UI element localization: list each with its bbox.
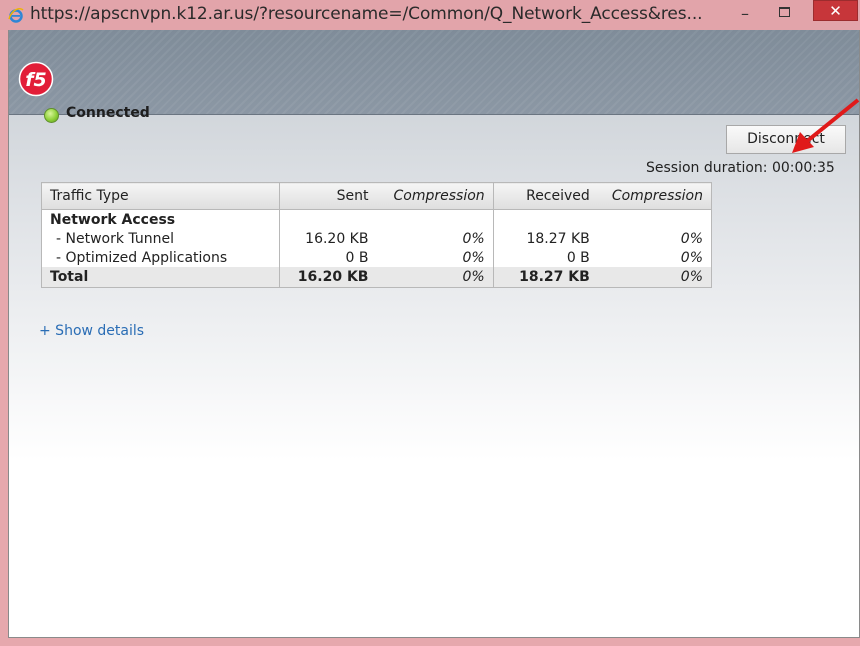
row-type: - Optimized Applications — [41, 248, 281, 267]
col-sent-compression: Compression — [376, 182, 494, 210]
col-traffic-type: Traffic Type — [41, 182, 281, 210]
group-label: Network Access — [41, 209, 281, 229]
table-header-row: Traffic Type Sent Compression Received C… — [41, 182, 712, 210]
total-label: Total — [41, 267, 281, 288]
minimize-button[interactable]: – — [734, 4, 756, 24]
f5-logo-text: f5 — [25, 69, 47, 91]
table-row: - Network Tunnel 16.20 KB 0% 18.27 KB 0% — [41, 229, 712, 248]
row-received: 18.27 KB — [526, 230, 590, 247]
col-received: Received — [493, 182, 598, 210]
title-bar[interactable]: https://apscnvpn.k12.ar.us/?resourcename… — [0, 0, 860, 30]
row-sent-compression: 0% — [376, 248, 494, 267]
total-sent-compression: 0% — [376, 267, 494, 288]
table-group-row: Network Access — [41, 209, 712, 229]
close-icon: ✕ — [829, 2, 842, 20]
show-details-link[interactable]: + Show details — [39, 323, 144, 339]
table-total-row: Total 16.20 KB 0% 18.27 KB 0% — [41, 267, 712, 288]
maximize-icon — [779, 7, 790, 17]
session-duration: Session duration: 00:00:35 — [646, 160, 835, 176]
header-band: f5 — [9, 30, 859, 115]
row-type: - Network Tunnel — [41, 229, 281, 248]
close-button[interactable]: ✕ — [813, 0, 858, 21]
table-row: - Optimized Applications 0 B 0% 0 B 0% — [41, 248, 712, 267]
col-received-compression: Compression — [597, 182, 712, 210]
total-received: 18.27 KB — [493, 267, 598, 288]
row-sent: 0 B — [345, 249, 369, 266]
traffic-table: Traffic Type Sent Compression Received C… — [41, 182, 712, 288]
window-title: https://apscnvpn.k12.ar.us/?resourcename… — [30, 4, 703, 24]
row-received: 0 B — [566, 249, 590, 266]
col-sent: Sent — [279, 182, 377, 210]
f5-logo: f5 — [18, 61, 54, 97]
connection-status-label: Connected — [66, 105, 150, 121]
browser-popup-window: https://apscnvpn.k12.ar.us/?resourcename… — [0, 0, 860, 646]
total-received-compression: 0% — [597, 267, 712, 288]
row-sent-compression: 0% — [376, 229, 494, 248]
red-pointer-arrow — [792, 98, 860, 153]
total-sent: 16.20 KB — [279, 267, 377, 288]
maximize-button[interactable] — [774, 3, 796, 23]
row-received-compression: 0% — [680, 230, 703, 247]
minimize-icon: – — [741, 4, 749, 23]
row-sent: 16.20 KB — [305, 230, 369, 247]
row-received-compression: 0% — [680, 249, 703, 266]
connected-status-icon — [44, 108, 59, 123]
internet-explorer-icon — [8, 7, 24, 23]
